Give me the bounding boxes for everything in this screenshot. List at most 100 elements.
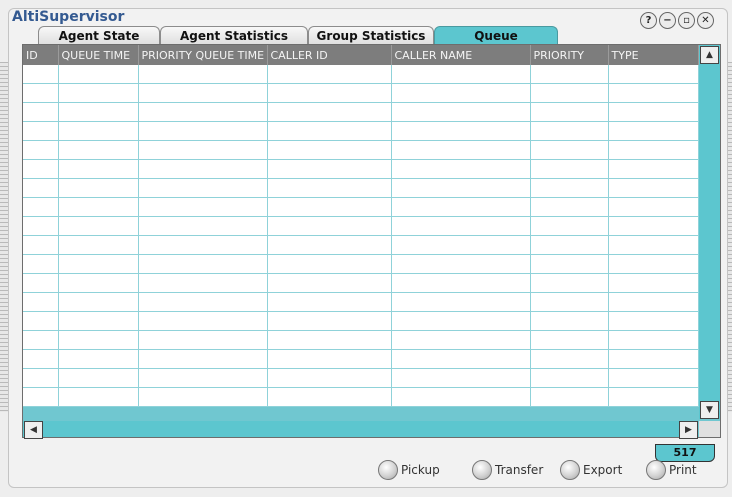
table-cell[interactable] — [391, 349, 531, 369]
scroll-right-icon[interactable]: ▶ — [679, 421, 698, 439]
table-cell[interactable] — [530, 65, 609, 84]
table-cell[interactable] — [391, 65, 531, 84]
table-row[interactable] — [23, 292, 699, 312]
table-cell[interactable] — [391, 292, 531, 312]
table-cell[interactable] — [23, 159, 59, 179]
scroll-left-icon[interactable]: ◀ — [24, 421, 43, 439]
table-cell[interactable] — [391, 216, 531, 236]
table-cell[interactable] — [138, 178, 268, 198]
table-cell[interactable] — [23, 254, 59, 274]
table-cell[interactable] — [58, 102, 139, 122]
table-row[interactable] — [23, 368, 699, 388]
table-row[interactable] — [23, 387, 699, 407]
table-cell[interactable] — [530, 216, 609, 236]
table-cell[interactable] — [23, 178, 59, 198]
table-row[interactable] — [23, 140, 699, 160]
table-row[interactable] — [23, 311, 699, 331]
table-cell[interactable] — [608, 159, 699, 179]
table-cell[interactable] — [267, 159, 392, 179]
table-cell[interactable] — [267, 311, 392, 331]
table-cell[interactable] — [23, 83, 59, 103]
table-cell[interactable] — [391, 102, 531, 122]
pickup-button[interactable]: Pickup — [378, 460, 440, 480]
table-cell[interactable] — [267, 216, 392, 236]
table-cell[interactable] — [608, 65, 699, 84]
table-cell[interactable] — [267, 235, 392, 255]
table-cell[interactable] — [391, 178, 531, 198]
table-cell[interactable] — [58, 273, 139, 293]
tab-agent-state[interactable]: Agent State — [38, 26, 160, 45]
table-cell[interactable] — [58, 254, 139, 274]
table-cell[interactable] — [138, 273, 268, 293]
table-cell[interactable] — [138, 311, 268, 331]
table-cell[interactable] — [608, 311, 699, 331]
table-cell[interactable] — [58, 216, 139, 236]
table-cell[interactable] — [608, 254, 699, 274]
table-cell[interactable] — [138, 349, 268, 369]
table-row[interactable] — [23, 159, 699, 179]
table-cell[interactable] — [58, 368, 139, 388]
table-cell[interactable] — [530, 387, 609, 407]
table-cell[interactable] — [530, 254, 609, 274]
table-cell[interactable] — [138, 387, 268, 407]
left-resize-grip[interactable] — [0, 62, 8, 412]
table-cell[interactable] — [23, 387, 59, 407]
table-cell[interactable] — [391, 311, 531, 331]
column-header-caller-name[interactable]: CALLER NAME — [391, 45, 531, 65]
table-cell[interactable] — [608, 178, 699, 198]
table-cell[interactable] — [23, 349, 59, 369]
column-header-priority[interactable]: PRIORITY — [530, 45, 609, 65]
print-button[interactable]: Print — [646, 460, 697, 480]
table-row[interactable] — [23, 330, 699, 350]
table-cell[interactable] — [530, 292, 609, 312]
table-row[interactable] — [23, 83, 699, 103]
table-cell[interactable] — [58, 121, 139, 141]
transfer-button[interactable]: Transfer — [472, 460, 543, 480]
table-cell[interactable] — [58, 235, 139, 255]
table-cell[interactable] — [267, 140, 392, 160]
vertical-scrollbar[interactable]: ▲ ▼ — [699, 45, 720, 419]
table-cell[interactable] — [608, 387, 699, 407]
table-cell[interactable] — [391, 140, 531, 160]
table-cell[interactable] — [608, 102, 699, 122]
table-cell[interactable] — [23, 273, 59, 293]
table-cell[interactable] — [58, 330, 139, 350]
table-cell[interactable] — [608, 197, 699, 217]
table-cell[interactable] — [267, 65, 392, 84]
table-cell[interactable] — [608, 368, 699, 388]
table-cell[interactable] — [267, 292, 392, 312]
table-cell[interactable] — [530, 102, 609, 122]
table-cell[interactable] — [608, 121, 699, 141]
table-cell[interactable] — [530, 235, 609, 255]
table-cell[interactable] — [391, 330, 531, 350]
table-cell[interactable] — [58, 65, 139, 84]
table-cell[interactable] — [391, 159, 531, 179]
table-cell[interactable] — [58, 311, 139, 331]
table-cell[interactable] — [391, 83, 531, 103]
horizontal-scrollbar[interactable]: ◀ ▶ — [23, 421, 698, 439]
table-cell[interactable] — [23, 140, 59, 160]
table-cell[interactable] — [391, 235, 531, 255]
table-row[interactable] — [23, 102, 699, 122]
table-cell[interactable] — [608, 292, 699, 312]
table-cell[interactable] — [267, 349, 392, 369]
table-cell[interactable] — [23, 368, 59, 388]
table-cell[interactable] — [58, 140, 139, 160]
scroll-down-icon[interactable]: ▼ — [700, 401, 719, 419]
table-cell[interactable] — [608, 235, 699, 255]
table-cell[interactable] — [608, 273, 699, 293]
tab-group-statistics[interactable]: Group Statistics — [308, 26, 434, 45]
tab-queue[interactable]: Queue — [434, 26, 558, 45]
table-cell[interactable] — [608, 216, 699, 236]
table-cell[interactable] — [138, 140, 268, 160]
column-header-priority-queue-time[interactable]: PRIORITY QUEUE TIME — [138, 45, 268, 65]
maximize-icon[interactable]: ▫ — [678, 12, 695, 29]
table-cell[interactable] — [58, 292, 139, 312]
table-cell[interactable] — [138, 330, 268, 350]
table-cell[interactable] — [530, 330, 609, 350]
table-cell[interactable] — [267, 368, 392, 388]
table-cell[interactable] — [530, 159, 609, 179]
table-cell[interactable] — [391, 254, 531, 274]
table-cell[interactable] — [58, 349, 139, 369]
table-cell[interactable] — [138, 368, 268, 388]
